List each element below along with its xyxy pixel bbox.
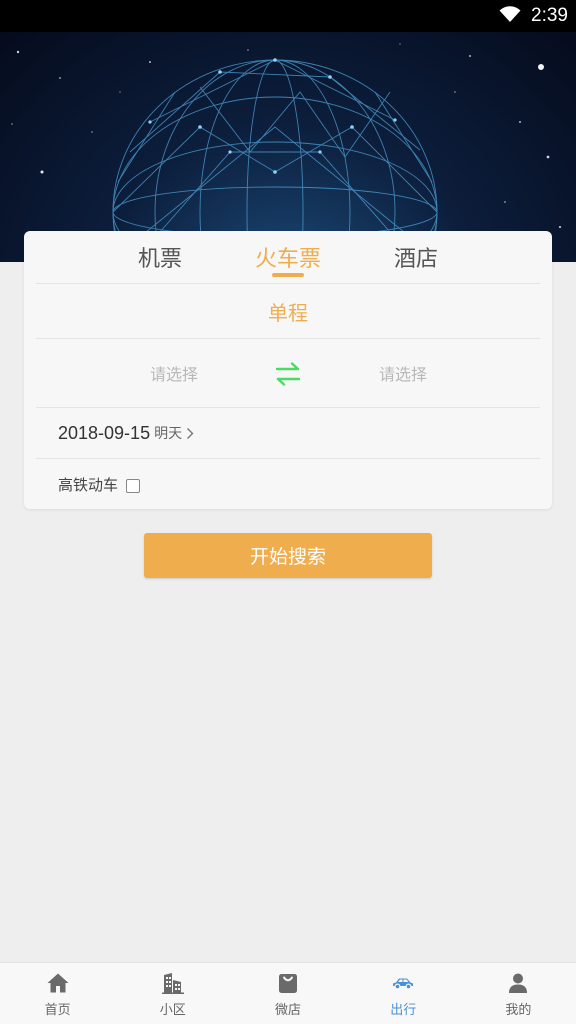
tab-flight[interactable]: 机票 [138, 231, 182, 283]
tab-flight-label: 机票 [138, 247, 183, 272]
home-icon [47, 973, 69, 993]
tab-hotel-label: 酒店 [393, 247, 438, 272]
trip-type-label: 单程 [268, 300, 308, 325]
building-icon [161, 973, 184, 994]
nav-item-community[interactable]: 小区 [115, 963, 230, 1024]
nav-label-travel: 出行 [390, 1003, 417, 1018]
bottom-nav: 首页 小区 微店 出行 我的 [0, 962, 576, 1024]
departure-date: 2018-09-15 [58, 422, 151, 443]
nav-label-home: 首页 [44, 1003, 71, 1018]
person-icon [509, 973, 528, 993]
globe-network-graphic [11, 43, 562, 262]
high-speed-filter: 高铁动车 [24, 459, 552, 509]
wifi-icon [499, 5, 521, 27]
status-time: 2:39 [531, 5, 568, 26]
nav-label-community: 小区 [159, 1003, 186, 1018]
booking-card: 机票 火车票 酒店 单程 请选择 请选择 2018-09-15 明天 高铁动车 [24, 231, 552, 509]
tab-hotel[interactable]: 酒店 [394, 231, 438, 283]
nav-item-home[interactable]: 首页 [0, 963, 115, 1024]
tab-train-label: 火车票 [254, 247, 321, 272]
car-icon [393, 978, 414, 990]
trip-type-one-way[interactable]: 单程 [24, 284, 552, 338]
swap-arrows-icon[interactable] [274, 361, 302, 387]
nav-item-travel[interactable]: 出行 [346, 963, 461, 1024]
banner-image [0, 32, 576, 262]
station-selector: 请选择 请选择 [24, 339, 552, 407]
active-tab-indicator [271, 273, 304, 277]
nav-item-profile[interactable]: 我的 [461, 963, 576, 1024]
nav-label-shop: 微店 [275, 1003, 302, 1018]
search-button[interactable]: 开始搜索 [144, 533, 432, 578]
nav-item-shop[interactable]: 微店 [230, 963, 345, 1024]
relative-date-label: 明天 [154, 426, 183, 442]
departure-date-row[interactable]: 2018-09-15 明天 [24, 408, 552, 458]
chevron-right-icon [186, 425, 194, 444]
to-station-select[interactable]: 请选择 [379, 339, 427, 407]
nav-label-profile: 我的 [505, 1003, 532, 1018]
from-station-select[interactable]: 请选择 [150, 339, 198, 407]
status-bar: 2:39 [0, 0, 576, 32]
high-speed-checkbox[interactable] [126, 478, 141, 493]
booking-tabs: 机票 火车票 酒店 [24, 231, 552, 283]
high-speed-label: 高铁动车 [58, 475, 119, 494]
tab-train[interactable]: 火车票 [255, 231, 321, 283]
shopping-bag-icon [279, 974, 297, 993]
